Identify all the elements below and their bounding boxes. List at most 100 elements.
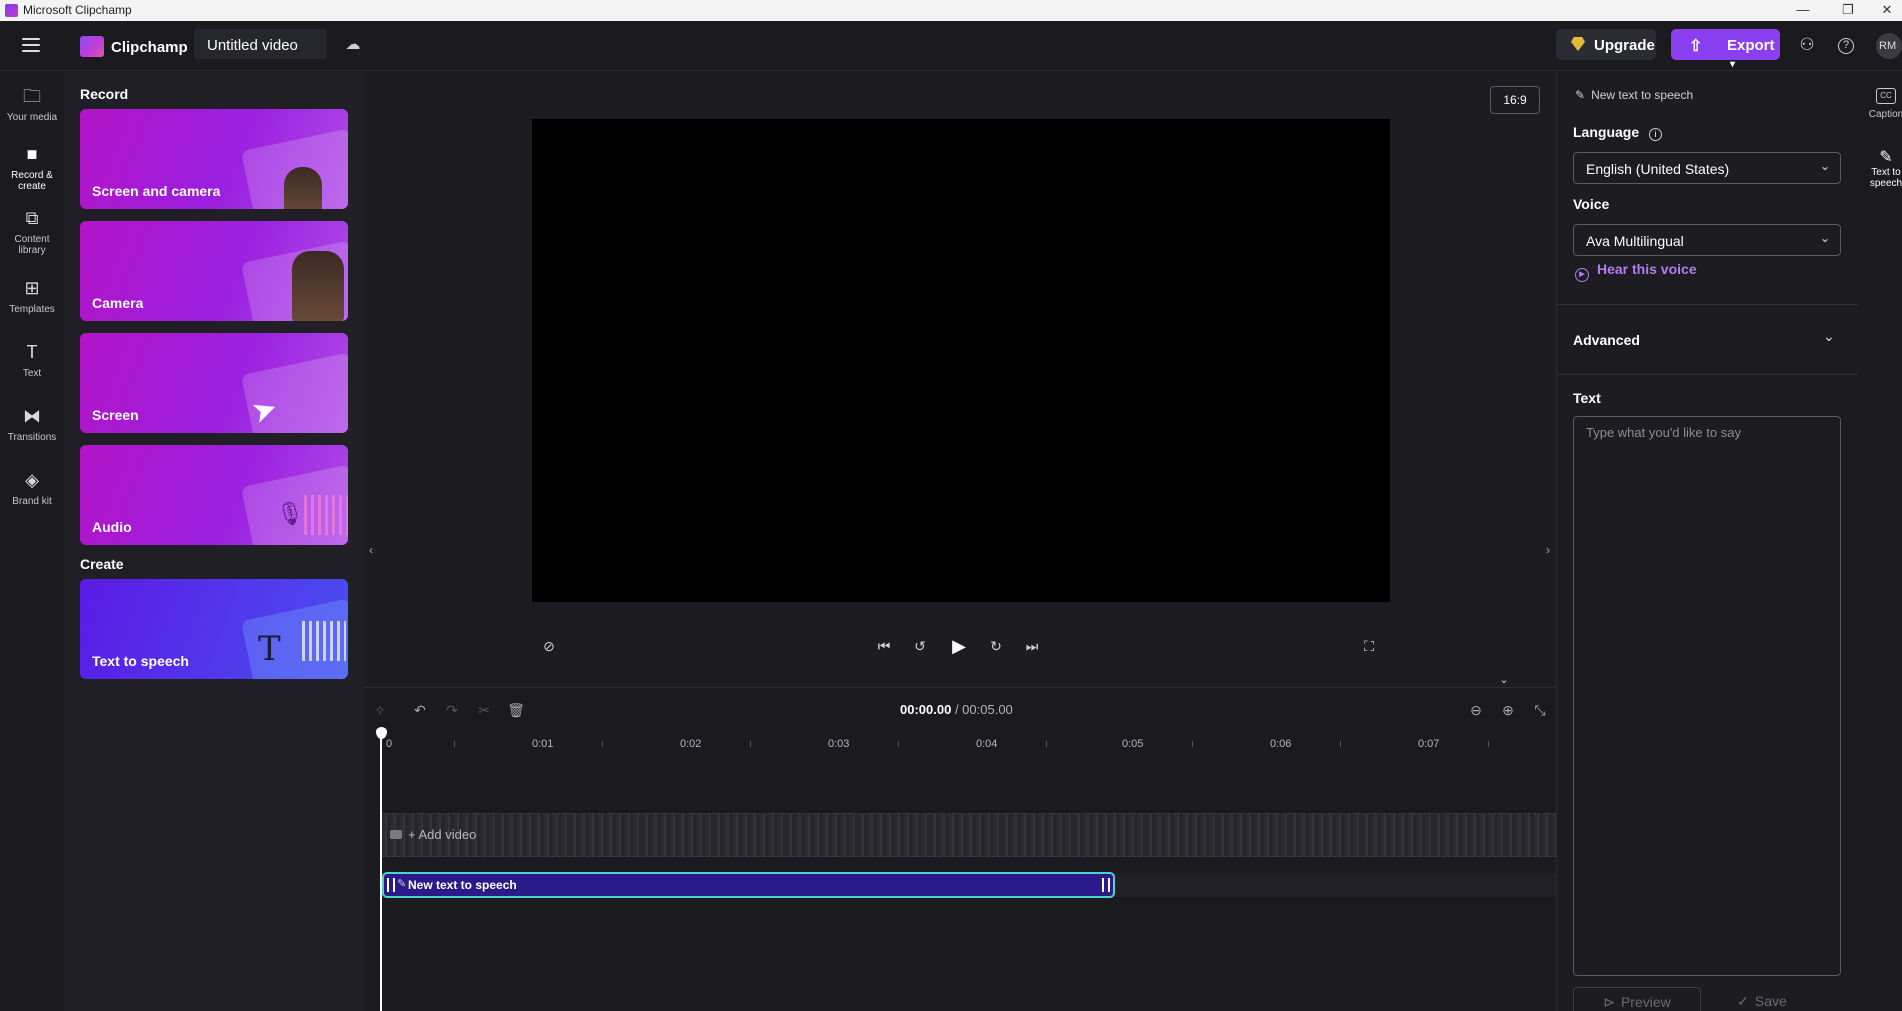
voice-value: Ava Multilingual [1586,233,1684,249]
nav-templates[interactable]: ⊞ Templates [0,278,64,315]
tick-mark [1046,741,1047,747]
nav-content-library[interactable]: ⧉ Content library [0,208,64,256]
tick-mark [898,741,899,747]
nav-label: Templates [9,304,55,315]
aspect-ratio-button[interactable]: 16:9 [1490,86,1540,114]
magic-wand-icon[interactable]: ✧ [370,700,390,720]
text-icon: T [26,342,38,362]
tick-mark [750,741,751,747]
forward-5s-icon[interactable]: ↻ [986,636,1006,656]
record-create-panel: Record Screen and camera Camera ➤ Screen… [64,72,364,1011]
audio-card[interactable]: 🎙 Audio [80,445,348,545]
voice-select[interactable]: Ava Multilingual ⌄ [1573,224,1841,256]
clipchamp-logo [80,36,104,57]
share-people-icon[interactable]: ⚇ [1796,35,1818,57]
microphone-icon: 🎙 [276,501,304,526]
video-track-dropzone[interactable] [382,813,1556,857]
rewind-5s-icon[interactable]: ↺ [910,636,930,656]
advanced-toggle[interactable]: Advanced [1573,332,1640,348]
collapse-left-panel-icon[interactable]: ‹ [364,530,378,570]
hide-camera-icon[interactable]: ⊘ [539,636,559,656]
folder-icon: 🗀 [23,86,41,106]
maximize-button[interactable]: ❐ [1833,0,1863,21]
cloud-off-icon[interactable]: ☁ [342,35,364,57]
nav-label: Record & create [11,170,53,192]
delete-icon[interactable]: 🗑 [506,700,526,720]
info-icon[interactable]: i [1649,128,1663,141]
video-preview[interactable] [532,119,1390,602]
timeline: ✧ ↶ ↷ ✂ 🗑 00:00.00 / 00:05.00 ⊖ ⊕ ⤡ 0 0:… [364,687,1556,1011]
fit-timeline-icon[interactable]: ⤡ [1530,700,1550,720]
preview-button[interactable]: ⊳ Preview [1573,987,1701,1011]
skip-to-start-icon[interactable]: ⏮ [874,636,894,656]
zoom-in-icon[interactable]: ⊕ [1498,700,1518,720]
upgrade-label: Upgrade [1594,37,1655,54]
add-video-button[interactable]: + Add video [390,827,476,842]
tts-clip[interactable]: ✎ New text to speech [382,872,1115,898]
time-separator: / [951,702,963,717]
screen-card[interactable]: ➤ Screen [80,333,348,433]
zoom-out-icon[interactable]: ⊖ [1466,700,1486,720]
speech-icon: ✎ [1575,88,1586,102]
person-thumbnail [284,167,322,209]
nav-text[interactable]: T Text [0,342,64,379]
language-select[interactable]: English (United States) ⌄ [1573,152,1841,184]
text-to-speech-panel: ✎ New text to speech Language i English (… [1556,72,1859,1011]
split-scissors-icon[interactable]: ✂ [474,700,494,720]
upgrade-button[interactable]: Upgrade [1556,29,1656,60]
fullscreen-icon[interactable]: ⛶ [1359,636,1379,656]
text-to-speech-card[interactable]: T Text to speech [80,579,348,679]
tick-label: 0:01 [532,738,554,750]
undo-icon[interactable]: ↶ [410,700,430,720]
nav-record-create[interactable]: ■ Record & create [0,144,64,192]
rail-captions[interactable]: CC Caption [1866,88,1902,120]
card-label: Screen [92,407,139,423]
tts-text-input[interactable]: Type what you'd like to say [1573,416,1841,976]
rail-text-to-speech[interactable]: ✎ Text to speech [1866,150,1902,190]
skip-to-end-icon[interactable]: ⏭ [1022,636,1042,656]
close-window-button[interactable]: ✕ [1872,0,1902,21]
save-button[interactable]: ✓ Save [1717,987,1807,1011]
playhead[interactable] [380,728,382,1011]
camera-card[interactable]: Camera [80,221,348,321]
nav-label: Transitions [7,432,57,443]
minimize-button[interactable]: — [1788,0,1818,21]
waveform-graphic [302,621,346,661]
tick-mark [1340,741,1341,747]
time-ruler[interactable]: 0 0:01 0:02 0:03 0:04 0:05 0:06 0:07 [364,728,1556,750]
clip-right-handle[interactable] [1102,878,1110,892]
clip-left-handle[interactable] [387,878,395,892]
export-button[interactable]: ⇧ Export ▾ [1671,29,1780,70]
save-label: Save [1754,993,1787,1009]
panel-header-label: New text to speech [1591,88,1694,102]
nav-label: Content library [14,234,50,256]
nav-brand-kit[interactable]: ◈ Brand kit [0,470,64,507]
help-icon[interactable]: ? [1838,38,1854,54]
window-title: Microsoft Clipchamp [23,3,132,17]
templates-icon: ⊞ [24,278,40,298]
tick-mark [1488,741,1489,747]
panel-header: ✎ New text to speech [1575,88,1693,102]
captions-icon: CC [1876,88,1896,104]
record-section-title: Record [80,86,129,102]
chevron-down-icon: ⌄ [1819,231,1830,245]
rail-label: Text to speech [1869,167,1902,189]
chevron-down-icon[interactable]: ⌄ [1823,328,1835,345]
menu-icon[interactable] [22,38,40,52]
left-nav: 🗀 Your media ■ Record & create ⧉ Content… [0,72,64,1011]
brand-name: Clipchamp [111,39,188,56]
nav-transitions[interactable]: ⧓ Transitions [0,406,64,443]
current-time: 00:00.00 [900,702,952,717]
card-label: Audio [92,519,132,535]
video-title-input[interactable]: Untitled video [194,29,327,59]
redo-icon[interactable]: ↷ [442,700,462,720]
collapse-right-panel-icon[interactable]: › [1541,530,1555,570]
tick-mark [1192,741,1193,747]
avatar[interactable]: RM [1876,33,1902,59]
nav-your-media[interactable]: 🗀 Your media [0,86,64,123]
tick-mark [602,741,603,747]
play-icon[interactable]: ▶ [948,635,970,657]
tick-mark [454,741,455,747]
screen-and-camera-card[interactable]: Screen and camera [80,109,348,209]
hear-voice-link[interactable]: ▶ Hear this voice [1575,261,1697,282]
